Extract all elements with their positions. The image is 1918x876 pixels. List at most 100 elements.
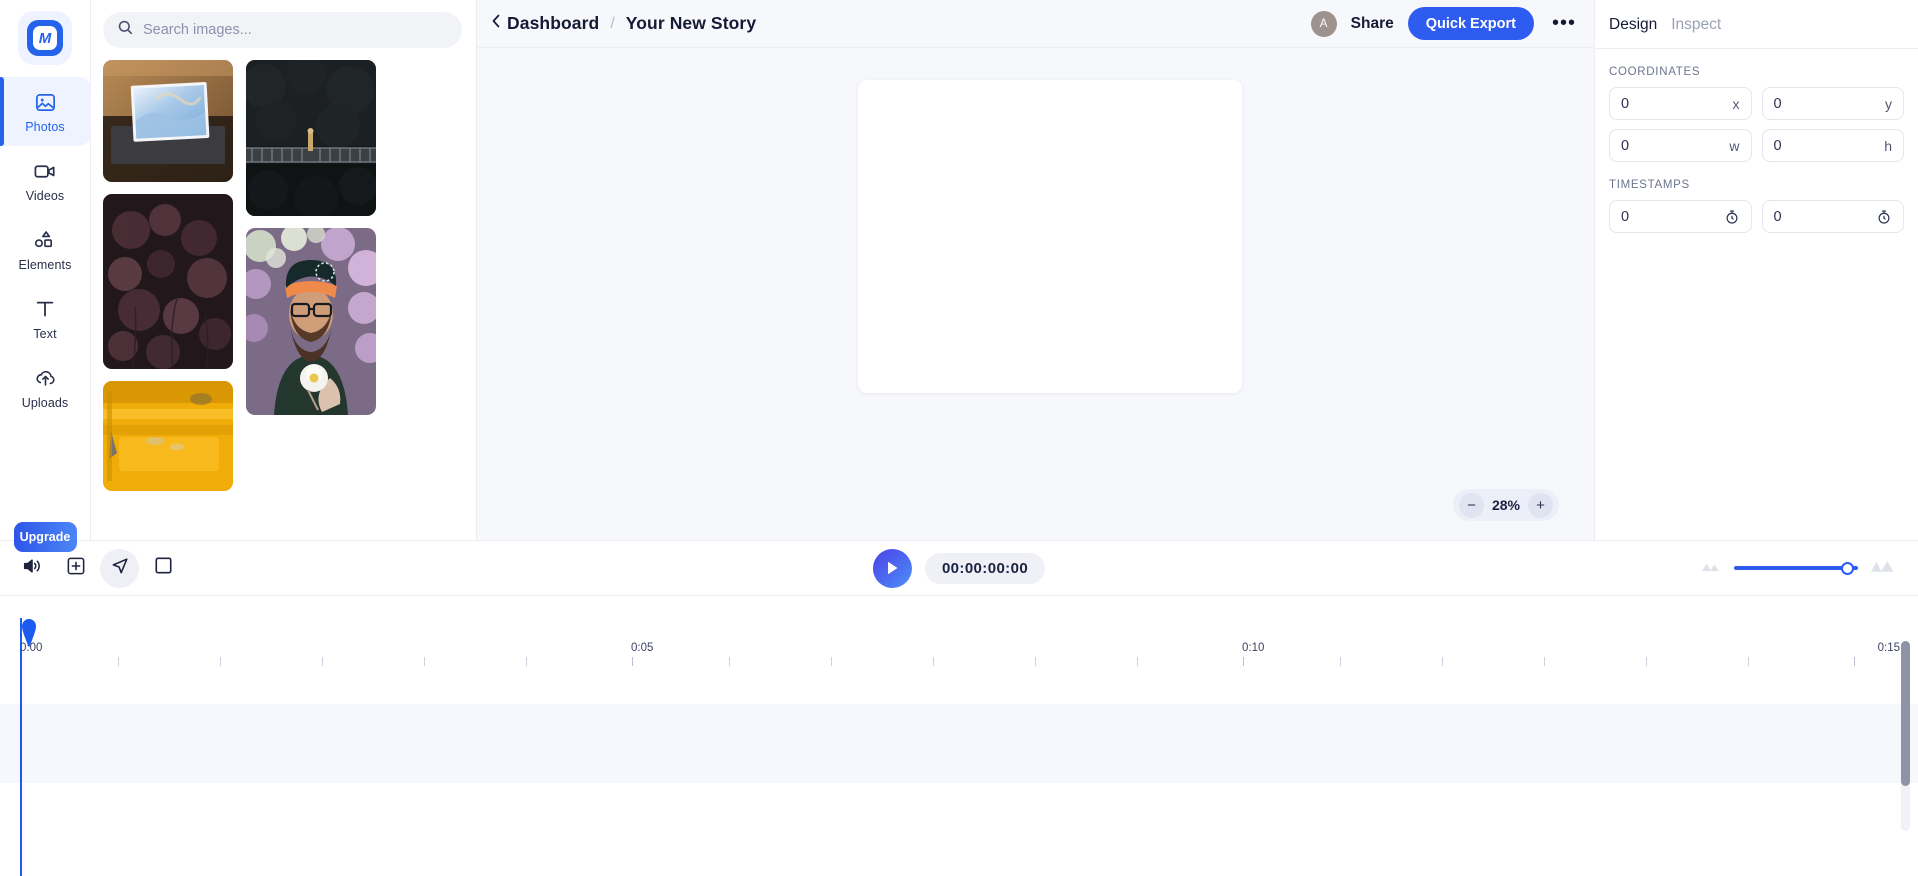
logo-square-icon: M (27, 20, 63, 56)
zoom-slider[interactable] (1734, 561, 1858, 575)
ruler-tick (1646, 657, 1647, 666)
field-w[interactable]: 0 w (1609, 129, 1752, 162)
timeline[interactable]: 0:00 0:05 0:10 0:15 (0, 596, 1918, 876)
mountain-large-icon (1870, 558, 1896, 578)
sidebar-label-videos: Videos (25, 189, 65, 203)
field-x[interactable]: 0 x (1609, 87, 1752, 120)
sidebar-item-videos[interactable]: Videos (0, 146, 91, 215)
sidebar-item-text[interactable]: Text (0, 284, 91, 353)
timeline-track[interactable] (0, 704, 1918, 783)
breadcrumb-dashboard-link[interactable]: Dashboard (507, 13, 599, 34)
timestamps-section-label: TIMESTAMPS (1609, 179, 1690, 191)
field-h[interactable]: 0 h (1761, 129, 1904, 162)
search-box[interactable] (103, 12, 462, 48)
search-container (91, 0, 476, 48)
ruler-tick (1854, 657, 1855, 666)
sidebar-item-uploads[interactable]: Uploads (0, 353, 91, 422)
field-y[interactable]: 0 y (1761, 87, 1904, 120)
photo-thumbnail[interactable] (103, 381, 233, 491)
avatar[interactable]: A (1310, 10, 1337, 37)
ruler-label: 0:05 (631, 642, 654, 654)
zoom-level-value: 28% (1491, 497, 1520, 513)
square-tool-button[interactable] (144, 549, 183, 588)
sidebar-item-elements[interactable]: Elements (0, 215, 91, 284)
artboard[interactable] (858, 80, 1242, 393)
photo-grid-column-right (246, 60, 376, 491)
add-box-icon (66, 556, 86, 581)
ruler-tick (1137, 657, 1138, 666)
field-x-unit: x (1732, 95, 1740, 112)
play-button[interactable] (872, 548, 912, 588)
sidebar-item-photos[interactable]: Photos (0, 77, 91, 146)
share-button[interactable]: Share (1351, 15, 1394, 33)
sidebar-label-photos: Photos (25, 120, 65, 134)
search-input[interactable] (143, 22, 448, 38)
zoom-slider-track (1734, 566, 1858, 570)
timeline-scrollbar[interactable] (1901, 641, 1910, 831)
upgrade-button[interactable]: Upgrade (13, 522, 77, 552)
stopwatch-icon (1724, 209, 1740, 225)
field-end-timestamp-value: 0 (1773, 208, 1782, 225)
zoom-in-button[interactable]: + (1528, 492, 1553, 518)
ruler-tick (526, 657, 527, 666)
photo-thumbnail[interactable] (103, 194, 233, 369)
timecode-display: 00:00:00:00 (924, 552, 1046, 584)
more-options-icon[interactable]: ••• (1548, 12, 1580, 35)
video-icon (33, 158, 58, 184)
coordinates-row-wh: 0 w 0 h (1595, 120, 1918, 162)
square-shape-icon (154, 556, 173, 580)
playhead-marker-icon (22, 619, 36, 648)
field-w-value: 0 (1621, 137, 1630, 154)
photo-thumbnail[interactable] (103, 60, 233, 182)
ruler-tick (1442, 657, 1443, 666)
ruler-tick (220, 657, 221, 666)
logo-letter: M (33, 26, 57, 50)
play-triangle-icon (888, 561, 898, 575)
timeline-scrollbar-thumb[interactable] (1901, 641, 1910, 786)
ruler-tick (1035, 657, 1036, 666)
breadcrumb[interactable]: Dashboard (491, 13, 599, 34)
photo-thumbnail[interactable] (246, 60, 376, 216)
quick-export-button[interactable]: Quick Export (1407, 7, 1534, 40)
field-x-value: 0 (1621, 95, 1630, 112)
top-header: Dashboard / Your New Story A Share Quick… (477, 0, 1594, 48)
media-library-panel (91, 0, 477, 540)
field-start-timestamp-value: 0 (1621, 208, 1630, 225)
canvas-area[interactable]: − 28% + (477, 48, 1594, 540)
field-end-timestamp[interactable]: 0 (1761, 200, 1904, 233)
ruler-tick (322, 657, 323, 666)
ruler-tick (1544, 657, 1545, 666)
chevron-left-icon (491, 13, 501, 34)
add-element-button[interactable] (56, 549, 95, 588)
volume-button[interactable] (12, 549, 51, 588)
field-start-timestamp[interactable]: 0 (1609, 200, 1752, 233)
tab-design[interactable]: Design (1609, 16, 1657, 34)
breadcrumb-separator: / (610, 14, 615, 32)
app-logo[interactable]: M (18, 11, 72, 65)
ruler-tick (1748, 657, 1749, 666)
timeline-ruler[interactable]: 0:00 0:05 0:10 0:15 (0, 596, 1918, 680)
header-actions: A Share Quick Export ••• (1310, 7, 1580, 40)
ruler-tick (1243, 657, 1244, 666)
cursor-arrow-icon (109, 555, 131, 582)
ruler-label: 0:15 (1877, 642, 1900, 654)
zoom-out-button[interactable]: − (1458, 492, 1484, 518)
zoom-slider-handle[interactable] (1841, 561, 1854, 575)
playhead-line (20, 618, 22, 876)
playhead-handle[interactable] (21, 618, 37, 653)
page-title: Your New Story (625, 13, 757, 33)
field-h-value: 0 (1773, 137, 1782, 154)
photo-thumbnail[interactable] (246, 228, 376, 415)
cursor-tool-button[interactable] (100, 548, 139, 588)
zoom-control: − 28% + (1452, 489, 1559, 521)
field-w-unit: w (1729, 137, 1740, 154)
tab-inspect[interactable]: Inspect (1671, 16, 1721, 34)
photo-grid (91, 48, 476, 491)
ruler-tick (933, 657, 934, 666)
inspector-tabs: Design Inspect (1595, 0, 1918, 34)
timeline-zoom-control (1701, 558, 1918, 578)
ruler-tick (1340, 657, 1341, 666)
editor-toolbar: 00:00:00:00 (0, 540, 1918, 596)
mountain-small-icon (1701, 559, 1722, 577)
ruler-tick (831, 657, 832, 666)
